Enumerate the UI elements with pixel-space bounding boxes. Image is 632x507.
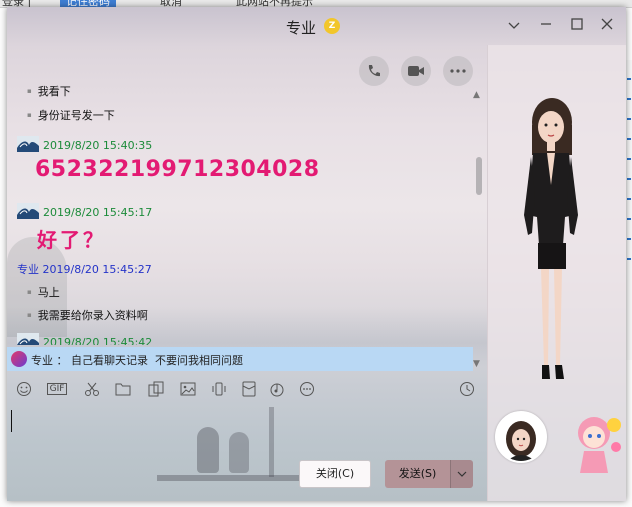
text-caret: [11, 410, 12, 432]
close-button[interactable]: 关闭(C): [299, 460, 371, 488]
message-header: 2019/8/20 15:40:35: [17, 136, 152, 152]
timestamp: 2019/8/20 15:45:42: [43, 336, 153, 345]
more-options-button[interactable]: [443, 56, 473, 86]
video-call-button[interactable]: [401, 56, 431, 86]
decorative-sticker-illustration: [578, 417, 621, 473]
scrollbar-thumb[interactable]: [476, 157, 482, 195]
red-packet-icon[interactable]: [241, 381, 257, 397]
wave-avatar-icon: [17, 203, 39, 219]
folder-icon[interactable]: [115, 381, 131, 397]
send-button[interactable]: 发送(S): [385, 460, 450, 488]
minimize-icon[interactable]: [537, 17, 555, 35]
message-input[interactable]: [7, 402, 487, 457]
vip-badge-icon: Z: [324, 18, 340, 34]
maximize-icon[interactable]: [568, 17, 586, 35]
scissors-icon[interactable]: [84, 381, 100, 397]
phone-icon: [368, 65, 380, 77]
video-camera-icon: [408, 66, 424, 76]
smile-icon[interactable]: [16, 381, 32, 397]
profile-avatar[interactable]: [495, 411, 547, 463]
sender-name: 专业: [17, 263, 39, 276]
timestamp: 2019/8/20 15:45:27: [42, 263, 152, 276]
image-icon[interactable]: [180, 381, 196, 397]
title-bar[interactable]: 专业 Z: [7, 7, 626, 45]
gif-icon[interactable]: GIF: [45, 381, 69, 397]
sticker-icon[interactable]: [148, 381, 164, 397]
chat-window: 专业 Z 我看下 身份证号发一下 2019/8/20 15:40:35 6523…: [7, 7, 626, 501]
gif-label: GIF: [46, 383, 68, 395]
shake-icon[interactable]: [211, 381, 227, 397]
message-text: 我看下: [27, 83, 71, 99]
scroll-up-icon[interactable]: ▲: [473, 90, 480, 100]
music-icon[interactable]: [269, 381, 285, 397]
notice-avatar-icon: [11, 351, 27, 367]
chevron-down-icon: [457, 471, 467, 477]
more-dots-icon: [450, 69, 466, 73]
avatar-figure-illustration: [524, 98, 578, 379]
chevron-down-icon[interactable]: [505, 17, 523, 35]
message-big-text: 652322199712304028: [35, 157, 320, 182]
message-text: 马上: [27, 284, 60, 300]
group-notice-bar[interactable]: 专业 ： 自己看聊天记录 不要问我相同问题: [7, 347, 473, 371]
window-title: 专业: [286, 19, 317, 37]
background-side-links: [625, 60, 632, 360]
timestamp: 2019/8/20 15:40:35: [43, 139, 153, 152]
message-header: 2019/8/20 15:45:42: [17, 333, 152, 345]
close-icon[interactable]: [598, 17, 616, 35]
scroll-down-icon[interactable]: ▼: [473, 359, 480, 369]
send-options-button[interactable]: [450, 460, 473, 488]
input-toolbar: GIF: [7, 377, 487, 401]
message-big-text: 好了？: [37, 228, 106, 252]
message-header: 专业 2019/8/20 15:45:27: [17, 261, 152, 277]
scenery-dock: [157, 475, 307, 481]
message-header: 2019/8/20 15:45:17: [17, 203, 152, 219]
history-icon[interactable]: [459, 381, 475, 397]
message-text: 我需要给你录入资料啊: [27, 307, 148, 323]
notice-text: 专业 ： 自己看聊天记录 不要问我相同问题: [31, 354, 243, 367]
message-text: 身份证号发一下: [27, 107, 115, 123]
message-list[interactable]: 我看下 身份证号发一下 2019/8/20 15:40:35 652322199…: [7, 83, 477, 345]
timestamp: 2019/8/20 15:45:17: [43, 206, 153, 219]
wave-avatar-icon: [17, 333, 39, 345]
voice-call-button[interactable]: [359, 56, 389, 86]
wave-avatar-icon: [17, 136, 39, 152]
more-icon[interactable]: [299, 381, 315, 397]
